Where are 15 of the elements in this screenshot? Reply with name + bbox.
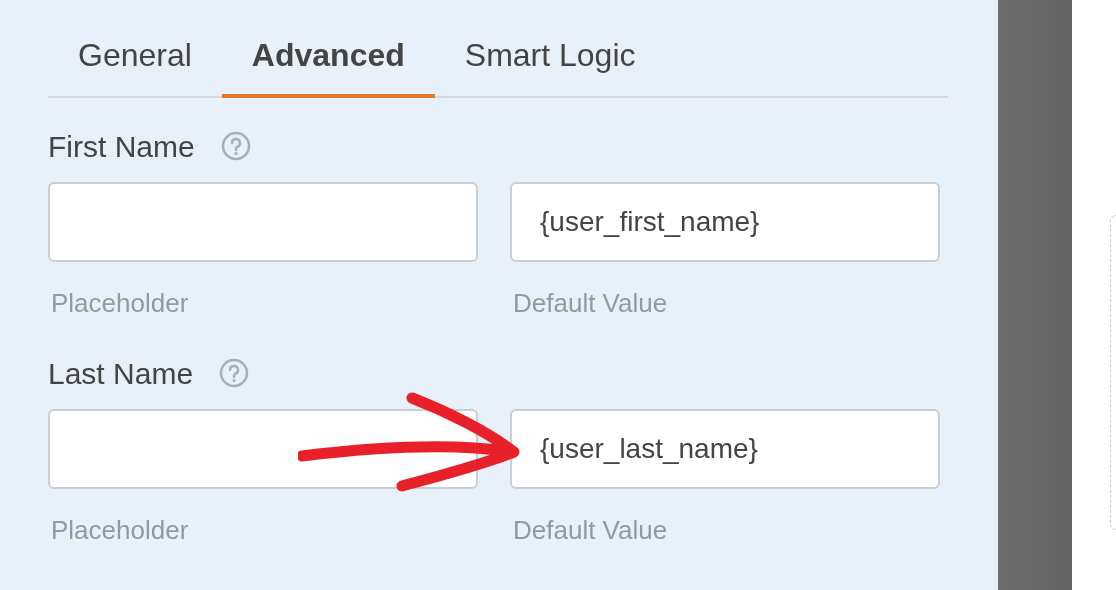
input-field[interactable] xyxy=(48,182,478,262)
tab[interactable]: General xyxy=(48,0,222,98)
field-sublabel: Default Value xyxy=(512,287,669,320)
tab[interactable]: Smart Logic xyxy=(434,0,666,98)
input-field[interactable]: {user_first_name} xyxy=(510,182,940,262)
field-sublabel: Default Value xyxy=(512,514,669,547)
help-icon[interactable] xyxy=(220,131,251,161)
field-label: First Name xyxy=(48,128,195,165)
help-icon[interactable] xyxy=(219,358,250,388)
input-field[interactable] xyxy=(48,409,478,489)
field-label: Last Name xyxy=(48,355,194,392)
input-field[interactable]: {user_last_name} xyxy=(510,409,940,489)
field-sublabel: Placeholder xyxy=(50,287,190,320)
field-sublabel: Placeholder xyxy=(50,514,190,547)
tab[interactable]: Advanced xyxy=(221,0,435,98)
